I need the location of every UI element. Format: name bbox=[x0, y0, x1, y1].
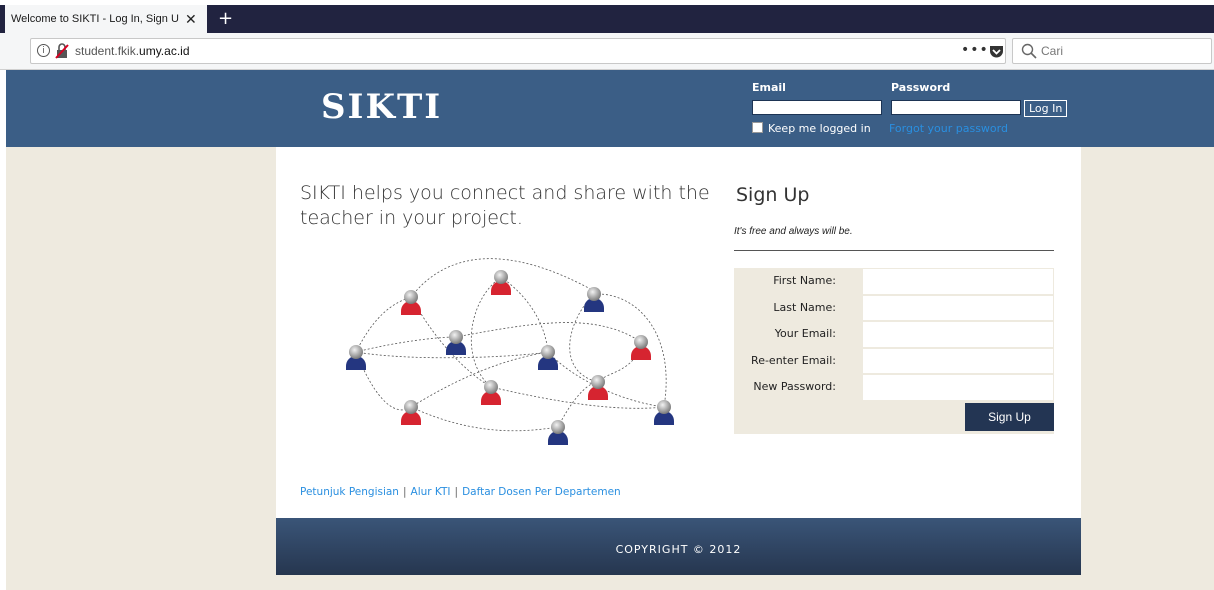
forgot-password-link[interactable]: Forgot your password bbox=[889, 122, 1008, 135]
signup-subtitle: It's free and always will be. bbox=[734, 226, 853, 237]
tagline: SIKTI helps you connect and share with t… bbox=[300, 182, 710, 229]
pocket-icon[interactable] bbox=[989, 45, 1004, 58]
signup-form: First Name: Last Name: Your Email: Re-en… bbox=[734, 268, 1054, 434]
page-actions-icon[interactable]: ••• bbox=[961, 42, 989, 58]
site-footer: COPYRIGHT © 2012 bbox=[276, 518, 1081, 575]
password-label: Password bbox=[891, 81, 951, 94]
new-password-input[interactable] bbox=[862, 374, 1054, 401]
tab-title: Welcome to SIKTI - Log In, Sign Up bbox=[11, 13, 179, 25]
signup-divider bbox=[734, 250, 1054, 251]
browser-navbar: i student.fkik.umy.ac.id ••• ☆ Cari bbox=[0, 33, 1214, 70]
login-button[interactable]: Log In bbox=[1024, 100, 1068, 117]
signup-title: Sign Up bbox=[736, 184, 810, 206]
last-name-label: Last Name: bbox=[773, 300, 836, 314]
login-email-input[interactable] bbox=[752, 100, 882, 115]
alur-kti-link[interactable]: Alur KTI bbox=[411, 486, 451, 498]
network-links bbox=[355, 258, 667, 432]
first-name-input[interactable] bbox=[862, 268, 1054, 295]
form-row-email: Your Email: bbox=[734, 321, 1054, 348]
reenter-email-label: Re-enter Email: bbox=[751, 353, 836, 367]
signup-button[interactable]: Sign Up bbox=[965, 402, 1054, 431]
email-input[interactable] bbox=[862, 321, 1054, 348]
browser-tabbar: Welcome to SIKTI - Log In, Sign Up ✕ + bbox=[0, 0, 1214, 33]
footer-links: Petunjuk Pengisian | Alur KTI | Daftar Dosen… bbox=[300, 486, 621, 498]
network-illustration bbox=[346, 258, 674, 445]
info-icon[interactable]: i bbox=[37, 44, 50, 57]
reenter-email-input[interactable] bbox=[862, 347, 1054, 375]
people-icons bbox=[346, 270, 674, 445]
keep-logged-in-checkbox[interactable] bbox=[752, 122, 763, 133]
petunjuk-pengisian-link[interactable]: Petunjuk Pengisian bbox=[300, 486, 399, 498]
new-password-label: New Password: bbox=[753, 380, 836, 394]
url-text[interactable]: student.fkik.umy.ac.id bbox=[75, 44, 190, 58]
first-name-label: First Name: bbox=[773, 274, 836, 287]
search-placeholder: Cari bbox=[1041, 44, 1064, 58]
form-row-reenter-email: Re-enter Email: bbox=[734, 347, 1054, 375]
copyright-text: COPYRIGHT © 2012 bbox=[615, 543, 742, 556]
page: SIKTI Email Password Log In Keep me logg… bbox=[6, 70, 1214, 590]
email-label: Email bbox=[752, 81, 786, 94]
last-name-input[interactable] bbox=[862, 294, 1054, 322]
link-separator: | bbox=[454, 486, 459, 498]
site-logo[interactable]: SIKTI bbox=[321, 87, 442, 127]
form-row-password: New Password: bbox=[734, 374, 1054, 401]
insecure-lock-icon[interactable] bbox=[55, 43, 69, 59]
link-separator: | bbox=[402, 486, 407, 498]
daftar-dosen-link[interactable]: Daftar Dosen Per Departemen bbox=[462, 486, 621, 498]
search-bar[interactable]: Cari bbox=[1012, 38, 1212, 64]
email-label-signup: Your Email: bbox=[774, 327, 836, 341]
keep-logged-in-label[interactable]: Keep me logged in bbox=[768, 122, 871, 135]
form-row-first-name: First Name: bbox=[734, 268, 1054, 295]
url-bar[interactable]: i student.fkik.umy.ac.id ••• ☆ bbox=[30, 38, 1028, 64]
form-row-last-name: Last Name: bbox=[734, 294, 1054, 322]
close-tab-icon[interactable]: ✕ bbox=[185, 11, 197, 28]
signup-button-row: Sign Up bbox=[734, 401, 1054, 434]
main-content: SIKTI helps you connect and share with t… bbox=[276, 147, 1081, 518]
search-icon bbox=[1021, 43, 1037, 59]
new-tab-button[interactable]: + bbox=[218, 8, 233, 29]
site-header: SIKTI Email Password Log In Keep me logg… bbox=[6, 70, 1214, 147]
login-password-input[interactable] bbox=[891, 100, 1021, 115]
browser-tab[interactable]: Welcome to SIKTI - Log In, Sign Up ✕ bbox=[5, 5, 207, 33]
